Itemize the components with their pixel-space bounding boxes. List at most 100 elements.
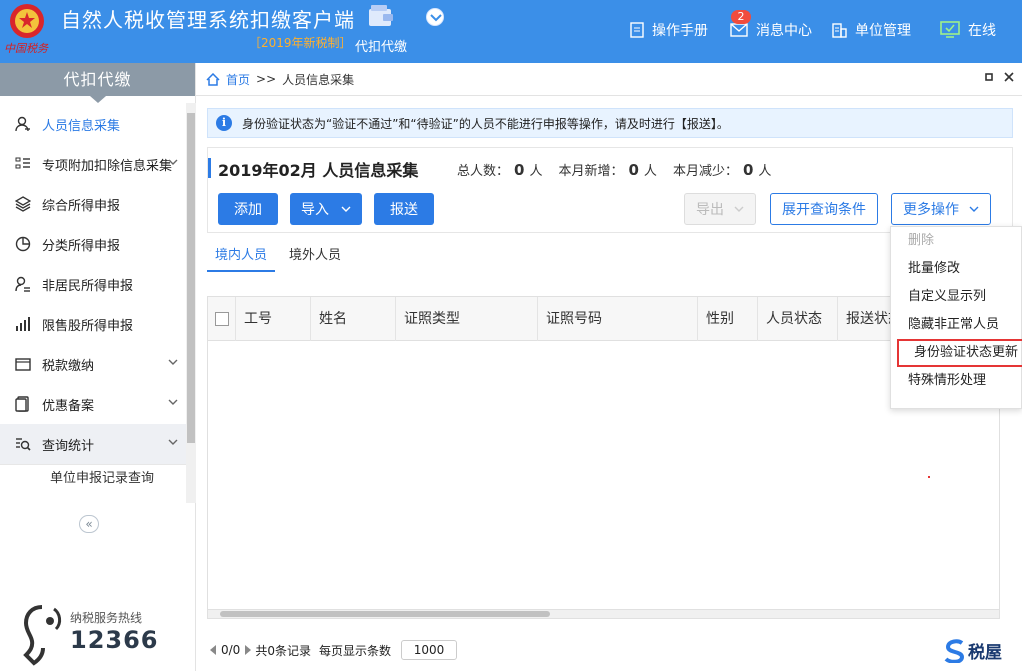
close-icon[interactable]: [1004, 72, 1014, 82]
hotline-number: 12366: [70, 626, 159, 654]
chevron-down-icon: [168, 439, 178, 445]
collapse-sidebar-button[interactable]: «: [79, 515, 99, 533]
online-status[interactable]: 在线: [940, 20, 996, 40]
tab-window-controls: [984, 72, 1014, 82]
breadcrumb-separator: >>: [256, 72, 277, 86]
sidebar-item-restricted-stock[interactable]: 限售股所得申报: [0, 304, 186, 344]
sidebar-item-personnel[interactable]: 人员信息采集: [0, 104, 186, 144]
new-label: 本月新增：: [558, 164, 624, 179]
sidebar-item-label: 分类所得申报: [42, 238, 121, 254]
record-count: 共0条记录: [255, 643, 311, 658]
unit-management-link[interactable]: 单位管理: [831, 20, 911, 40]
export-label: 导出: [696, 202, 724, 218]
sidebar: 代扣代缴 人员信息采集 专项附加扣除信息采集 综合所得申报 分类所得申报 非居民…: [0, 63, 196, 671]
column-header[interactable]: 性别: [698, 297, 758, 341]
monitor-check-icon: [940, 21, 960, 38]
prev-page-icon[interactable]: [210, 645, 217, 655]
table-scrollbar-thumb[interactable]: [220, 611, 550, 617]
menu-item-identity-status-update[interactable]: 身份验证状态更新: [897, 339, 1022, 367]
next-page-icon[interactable]: [244, 645, 252, 655]
sidebar-item-special-deduction[interactable]: 专项附加扣除信息采集: [0, 144, 186, 184]
table-header: 工号 姓名 证照类型 证照号码 性别 人员状态 报送状态: [208, 297, 999, 341]
building-icon: [832, 23, 847, 38]
sidebar-item-label: 税款缴纳: [42, 358, 95, 374]
column-header[interactable]: 工号: [236, 297, 311, 341]
sidebar-scrollbar-thumb[interactable]: [187, 113, 195, 443]
sidebar-item-label: 优惠备案: [42, 398, 95, 414]
per-page-input[interactable]: 1000: [400, 640, 457, 660]
document-icon: [14, 395, 32, 413]
watermark-logo-icon: [944, 638, 965, 663]
manual-label: 操作手册: [652, 23, 708, 39]
more-actions-button[interactable]: 更多操作: [891, 193, 991, 225]
sidebar-item-comprehensive-income[interactable]: 综合所得申报: [0, 184, 186, 224]
more-actions-label: 更多操作: [903, 202, 959, 218]
import-button[interactable]: 导入: [290, 193, 362, 225]
column-header[interactable]: 人员状态: [758, 297, 838, 341]
sidebar-item-classified-income[interactable]: 分类所得申报: [0, 224, 186, 264]
person-globe-icon: [14, 275, 32, 293]
sidebar-scrollbar[interactable]: [186, 103, 196, 503]
tax-signature-logo: 中国税务: [4, 42, 48, 55]
module-switch-button[interactable]: [426, 8, 444, 26]
wallet-icon: [14, 355, 32, 373]
column-header[interactable]: 证照类型: [396, 297, 538, 341]
sidebar-item-query-statistics[interactable]: 查询统计: [0, 424, 186, 464]
online-label: 在线: [968, 23, 996, 39]
chevron-down-icon: [168, 399, 178, 405]
export-button[interactable]: 导出: [684, 193, 756, 225]
hotline-service-icon: [23, 605, 62, 666]
menu-item-special-case[interactable]: 特殊情形处理: [891, 367, 1021, 395]
less-unit: 人: [758, 164, 772, 179]
module-label[interactable]: 代扣代缴: [355, 36, 407, 55]
wallet-icon[interactable]: [367, 3, 395, 29]
menu-item-hide-abnormal[interactable]: 隐藏非正常人员: [891, 311, 1021, 339]
notice-text: 身份验证状态为“验证不通过”和“待验证”的人员不能进行申报等操作，请及时进行【报…: [242, 116, 729, 131]
submit-button[interactable]: 报送: [374, 193, 434, 225]
sidebar-item-preferential-filing[interactable]: 优惠备案: [0, 384, 186, 424]
notice-banner: i 身份验证状态为“验证不通过”和“待验证”的人员不能进行申报等操作，请及时进行…: [207, 108, 1013, 138]
top-header: 中国税务 自然人税收管理系统扣缴客户端 ［2019年新税制］ 代扣代缴 操作手册…: [0, 0, 1022, 63]
hotline-label: 纳税服务热线: [70, 611, 143, 625]
sidebar-item-label: 查询统计: [42, 438, 95, 454]
sidebar-title: 代扣代缴: [0, 63, 195, 103]
less-stat: 本月减少： 0 人: [673, 160, 771, 179]
select-all-cell: [208, 297, 236, 341]
personnel-table: 工号 姓名 证照类型 证照号码 性别 人员状态 报送状态: [207, 296, 1000, 614]
less-value: 0: [742, 161, 754, 179]
chevron-down-icon: [168, 159, 178, 165]
edition-label: ［2019年新税制］: [249, 36, 352, 50]
select-all-checkbox[interactable]: [215, 312, 229, 326]
total-value: 0: [514, 161, 525, 179]
column-header[interactable]: 证照号码: [538, 297, 698, 341]
breadcrumb-home[interactable]: 首页: [226, 71, 250, 88]
menu-item-batch-edit[interactable]: 批量修改: [891, 255, 1021, 283]
info-icon: i: [216, 115, 232, 131]
sidebar-item-label: 限售股所得申报: [42, 318, 134, 334]
sidebar-item-nonresident-income[interactable]: 非居民所得申报: [0, 264, 186, 304]
menu-item-delete[interactable]: 删除: [891, 227, 1021, 255]
total-stat: 总人数： 0 人: [457, 160, 542, 179]
page-title: 2019年02月 人员信息采集: [218, 161, 419, 180]
tab-overseas[interactable]: 境外人员: [281, 244, 349, 272]
main-content: 首页 >> 人员信息采集 i 身份验证状态为“验证不通过”和“待验证”的人员不能…: [196, 63, 1022, 671]
column-header[interactable]: 姓名: [311, 297, 396, 341]
sidebar-item-tax-payment[interactable]: 税款缴纳: [0, 344, 186, 384]
table-horizontal-scrollbar[interactable]: [207, 609, 1000, 619]
manual-link[interactable]: 操作手册: [630, 20, 708, 40]
restore-icon[interactable]: [984, 72, 994, 82]
sidebar-item-label: 综合所得申报: [42, 198, 121, 214]
menu-item-custom-columns[interactable]: 自定义显示列: [891, 283, 1021, 311]
sidebar-item-label: 非居民所得申报: [42, 278, 134, 294]
per-page-label: 每页显示条数: [318, 643, 391, 658]
app-title: 自然人税收管理系统扣缴客户端: [61, 8, 355, 32]
new-unit: 人: [643, 164, 657, 179]
add-button[interactable]: 添加: [218, 193, 278, 225]
list-icon: [14, 155, 32, 173]
sidebar-subitem-unit-filing-query[interactable]: 单位申报记录查询: [0, 464, 186, 492]
watermark: 税屋: [940, 638, 1002, 663]
total-label: 总人数：: [457, 164, 510, 179]
expand-query-button[interactable]: 展开查询条件: [770, 193, 878, 225]
tab-domestic[interactable]: 境内人员: [207, 244, 276, 272]
personnel-tabs: 境内人员 境外人员: [207, 244, 355, 272]
